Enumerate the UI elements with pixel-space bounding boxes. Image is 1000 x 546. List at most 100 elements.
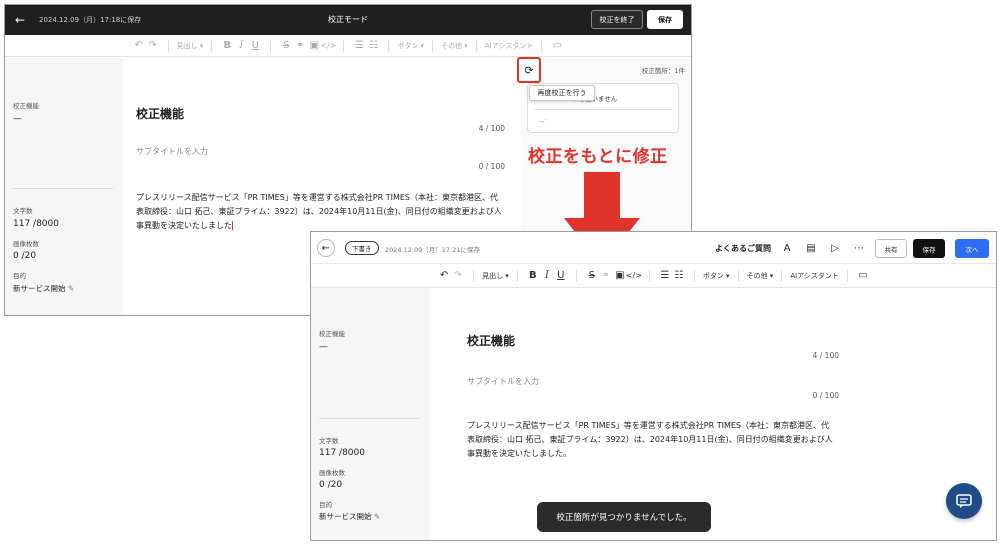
italic-icon[interactable]: I (234, 39, 248, 53)
faq-link[interactable]: よくあるご質問 (715, 243, 771, 254)
underline-icon[interactable]: U (248, 39, 262, 53)
font-settings-icon[interactable]: A (779, 240, 795, 256)
numbered-list-icon[interactable]: ☷ (366, 39, 380, 53)
underline-icon[interactable]: U (554, 269, 568, 283)
purpose-value[interactable]: 新サービス開始 ✎ (13, 283, 74, 294)
toolbar-divider (846, 269, 848, 282)
image-icon[interactable]: ▣ (613, 269, 627, 283)
refresh-icon: ⟳ (524, 63, 534, 77)
toolbar-divider (211, 39, 213, 52)
ai-assistant-button[interactable]: AIアシスタント (485, 35, 534, 57)
other-dropdown-label: その他 (441, 41, 463, 50)
rerun-proofreading-button[interactable]: ⟳ (517, 57, 541, 83)
article-title[interactable]: 校正機能 (136, 105, 184, 122)
chat-bubble-icon (956, 494, 972, 508)
subtitle-input[interactable]: サブタイトルを入力 (467, 376, 539, 387)
purpose-label: 目的 (13, 272, 26, 280)
bold-icon[interactable]: B (526, 269, 540, 283)
char-count-value: 117 /8000 (13, 219, 59, 229)
preview-monitor-icon[interactable]: ▭ (550, 39, 564, 53)
proofread-label: 校正機能 (13, 102, 39, 110)
proofread-label: 校正機能 (319, 330, 345, 338)
preview-monitor-icon[interactable]: ▭ (856, 269, 870, 283)
back-arrow-icon[interactable]: ← (317, 239, 335, 257)
rerun-tooltip: 再度校正を行う (529, 85, 595, 101)
image-icon[interactable]: ▣ (307, 39, 321, 53)
heading-dropdown[interactable]: 見出し ▾ (177, 35, 204, 57)
info-sidebar: 校正機能 — 文字数 117 /8000 画像枚数 0 /20 目的 新サービス… (311, 288, 429, 540)
more-options-icon[interactable]: ⋯ (851, 240, 867, 256)
italic-icon[interactable]: I (540, 269, 554, 283)
toolbar-divider (270, 39, 272, 52)
code-icon[interactable]: </> (626, 269, 642, 283)
purpose-label: 目的 (319, 501, 332, 509)
end-proofreading-button[interactable]: 校正を終了 (591, 10, 643, 29)
heading-dropdown[interactable]: 見出し ▾ (482, 265, 509, 287)
toolbar-divider (516, 269, 518, 282)
body-line: プレスリリース配信サービス「PR TIMES」等を運営する株式会社PR TIME… (136, 193, 499, 202)
article-body[interactable]: プレスリリース配信サービス「PR TIMES」等を運営する株式会社PR TIME… (136, 191, 514, 233)
proof-issue-count: 校正箇所：1件 (641, 67, 685, 75)
body-line: プレスリリース配信サービス「PR TIMES」等を運営する株式会社PR TIME… (467, 421, 830, 430)
document-icon[interactable]: ▤ (803, 240, 819, 256)
redo-icon[interactable]: ↷ (146, 39, 160, 53)
undo-icon[interactable]: ↶ (132, 39, 146, 53)
redo-icon[interactable]: ↷ (451, 269, 465, 283)
purpose-value-text: 新サービス開始 (13, 284, 66, 293)
save-button[interactable]: 保存 (913, 239, 945, 258)
heading-label: 見出し (176, 41, 198, 50)
toolbar-divider (737, 269, 739, 282)
image-count-value: 0 /20 (13, 251, 37, 261)
card-divider (534, 109, 672, 110)
proofread-value: — (319, 342, 328, 352)
link-icon[interactable]: ⚭ (599, 269, 613, 283)
char-count-label: 文字数 (13, 207, 33, 215)
body-line-text: 事異動を決定いたしました (136, 221, 232, 230)
toolbar-divider (648, 269, 650, 282)
button-dropdown-label: ボタン (397, 41, 419, 50)
other-dropdown[interactable]: その他 ▾ (441, 35, 468, 57)
toolbar-divider (693, 269, 695, 282)
bullet-list-icon[interactable]: ☰ (658, 269, 672, 283)
editor-toolbar: ↶ ↷ 見出し ▾ B I U S ⚭ ▣ </> ☰ ☷ ボタン ▾ その他 … (5, 35, 691, 57)
char-count-value: 117 /8000 (319, 448, 365, 458)
next-button[interactable]: 次へ (955, 239, 989, 258)
subtitle-input[interactable]: サブタイトルを入力 (136, 146, 208, 157)
save-button[interactable]: 保存 (647, 10, 683, 29)
editor-area: 校正機能 4 / 100 サブタイトルを入力 0 / 100 プレスリリース配信… (429, 288, 996, 540)
code-icon[interactable]: </> (320, 39, 336, 53)
toolbar-divider (473, 269, 475, 282)
chat-support-button[interactable] (946, 483, 982, 519)
strikethrough-icon[interactable]: S (585, 269, 599, 283)
image-count-label: 画像枚数 (13, 240, 39, 248)
purpose-value[interactable]: 新サービス開始 ✎ (319, 511, 380, 522)
share-button[interactable]: 共有 (875, 239, 907, 258)
article-title[interactable]: 校正機能 (467, 332, 515, 349)
image-count-value: 0 /20 (319, 480, 343, 490)
preview-play-icon[interactable]: ▷ (827, 240, 843, 256)
editor-toolbar: ↶ ↷ 見出し ▾ B I U S ⚭ ▣ </> ☰ ☷ ボタン ▾ その他 … (311, 264, 996, 288)
body-line: 表取締役：山口 拓己、東証プライム：3922）は、2024年10月11日(金)、… (136, 207, 502, 216)
toolbar-divider (575, 269, 577, 282)
button-dropdown[interactable]: ボタン ▾ (703, 265, 730, 287)
numbered-list-icon[interactable]: ☷ (672, 269, 686, 283)
pencil-icon[interactable]: ✎ (68, 284, 74, 293)
other-dropdown[interactable]: その他 ▾ (747, 265, 774, 287)
toolbar-divider (343, 39, 345, 52)
toast-message: 校正箇所が見つかりませんでした。 (537, 502, 711, 532)
other-dropdown-label: その他 (746, 271, 768, 280)
pencil-icon[interactable]: ✎ (374, 512, 380, 521)
ai-assistant-button[interactable]: AIアシスタント (790, 265, 839, 287)
undo-icon[interactable]: ↶ (437, 269, 451, 283)
bullet-list-icon[interactable]: ☰ (352, 39, 366, 53)
strikethrough-icon[interactable]: S (279, 39, 293, 53)
purpose-value-text: 新サービス開始 (319, 512, 372, 521)
button-dropdown[interactable]: ボタン ▾ (397, 35, 424, 57)
toolbar-divider (167, 39, 169, 52)
button-dropdown-label: ボタン (702, 271, 724, 280)
subtitle-char-count: 0 / 100 (812, 391, 839, 400)
bold-icon[interactable]: B (220, 39, 234, 53)
link-icon[interactable]: ⚭ (293, 39, 307, 53)
proofreading-topbar: ← 2024.12.09（月）17:18に保存 校正モード 校正を終了 保存 (5, 5, 691, 35)
article-body[interactable]: プレスリリース配信サービス「PR TIMES」等を運営する株式会社PR TIME… (467, 419, 847, 461)
